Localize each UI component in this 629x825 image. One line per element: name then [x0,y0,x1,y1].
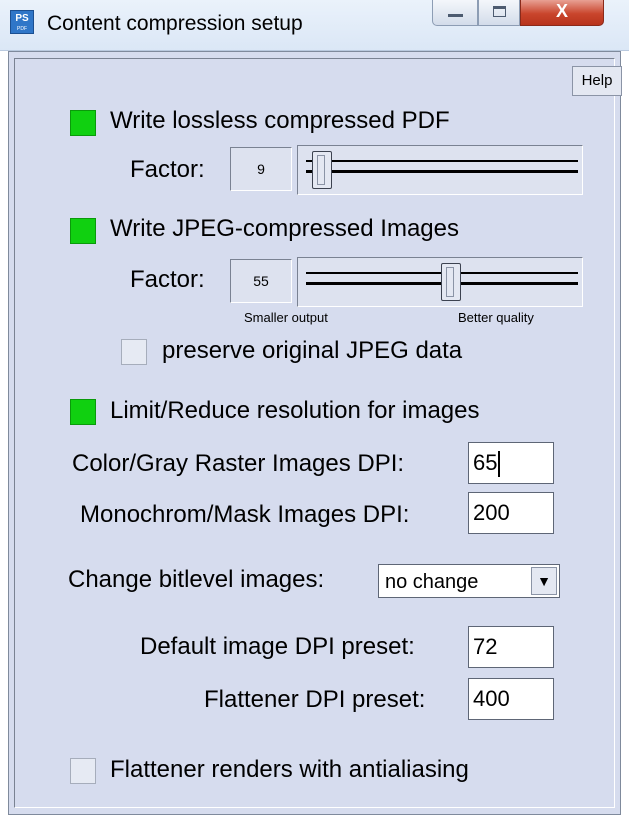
preserve-jpeg-checkbox[interactable] [121,339,147,365]
jpeg-toggle[interactable] [70,218,96,244]
bitlevel-selected: no change [385,571,479,593]
jpeg-factor-value: 55 [230,259,292,303]
maximize-button[interactable] [478,0,520,26]
dialog-client: Help Write lossless compressed PDF Facto… [8,51,622,815]
lossless-slider-thumb[interactable] [312,151,333,189]
minimize-button[interactable] [432,0,478,26]
lossless-label: Write lossless compressed PDF [110,107,450,134]
app-icon-text: PS [15,13,29,24]
default-dpi-label: Default image DPI preset: [140,633,415,660]
help-button[interactable]: Help [572,66,622,96]
jpeg-label: Write JPEG-compressed Images [110,215,459,242]
bitlevel-select[interactable]: no change ▼ [378,564,560,598]
lossless-factor-label: Factor: [130,156,205,183]
resolution-label: Limit/Reduce resolution for images [110,397,480,424]
minimize-icon [448,14,463,17]
antialias-checkbox[interactable] [70,758,96,784]
close-icon: X [555,1,568,21]
mono-dpi-input[interactable]: 200 [468,492,554,534]
dropdown-arrow-icon[interactable]: ▼ [531,567,557,595]
jpeg-slider-thumb[interactable] [440,263,461,301]
color-dpi-label: Color/Gray Raster Images DPI: [72,450,405,477]
default-dpi-input[interactable]: 72 [468,626,554,668]
maximize-icon [493,6,506,17]
antialias-label: Flattener renders with antialiasing [110,756,469,783]
bitlevel-label: Change bitlevel images: [68,566,325,593]
lossless-factor-value: 9 [230,147,292,191]
slider-min-caption: Smaller output [244,310,328,325]
jpeg-factor-slider[interactable] [297,257,583,307]
color-dpi-input[interactable]: 65 [468,442,554,484]
lossless-factor-slider[interactable] [297,145,583,195]
flattener-dpi-label: Flattener DPI preset: [204,686,426,713]
resolution-toggle[interactable] [70,399,96,425]
color-dpi-value: 65 [473,450,498,475]
close-button[interactable]: X [520,0,604,26]
app-icon: PS PDF [10,10,34,34]
window-title: Content compression setup [47,12,303,35]
slider-max-caption: Better quality [458,310,534,325]
lossless-toggle[interactable] [70,110,96,136]
text-caret [498,451,501,478]
preserve-jpeg-label: preserve original JPEG data [162,337,463,364]
mono-dpi-label: Monochrom/Mask Images DPI: [80,501,410,528]
flattener-dpi-input[interactable]: 400 [468,678,554,720]
app-icon-subtext: PDF [17,26,27,32]
title-bar: PS PDF Content compression setup X [0,0,629,51]
jpeg-factor-label: Factor: [130,266,205,293]
